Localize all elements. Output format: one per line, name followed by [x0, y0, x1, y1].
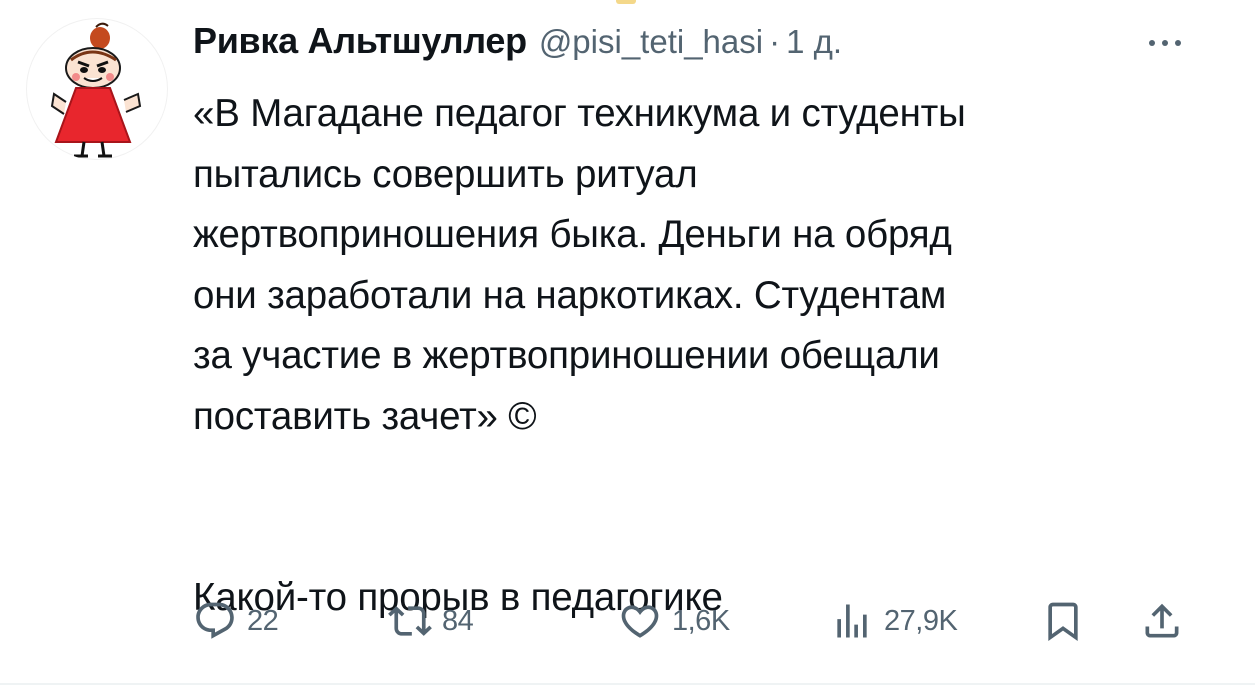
tweet-text: «В Магадане педагог техникума и студенты…: [193, 92, 966, 619]
more-options-button[interactable]: [1140, 28, 1190, 58]
like-count: 1,6K: [672, 604, 730, 637]
share-button[interactable]: [1140, 593, 1184, 649]
avatar[interactable]: [26, 18, 168, 160]
heart-icon: [621, 605, 659, 638]
header-separator: ·: [769, 23, 781, 60]
tweet-card[interactable]: Ривка Альтшуллер @pisi_teti_hasi · 1 д. …: [0, 0, 1255, 693]
retweet-icon: [388, 606, 432, 636]
tweet-timestamp[interactable]: 1 д.: [786, 23, 842, 61]
tweet-header: Ривка Альтшуллер @pisi_teti_hasi · 1 д.: [193, 20, 842, 70]
more-dots-icon: [1149, 40, 1181, 46]
share-icon: [1145, 603, 1179, 638]
views-chart-icon: [837, 604, 867, 638]
bookmark-button[interactable]: [1041, 593, 1085, 649]
reply-count: 22: [247, 604, 279, 637]
retweet-button[interactable]: 84: [388, 593, 474, 649]
views-button[interactable]: 27,9K: [830, 593, 958, 649]
bookmark-icon: [1048, 602, 1078, 642]
author-display-name[interactable]: Ривка Альтшуллер: [193, 20, 527, 62]
tweet-actions: 22 84 1,6K 27,9K: [193, 593, 1193, 649]
bottom-divider: [0, 683, 1255, 685]
retweet-count: 84: [442, 604, 474, 637]
top-edge-marker: [616, 0, 636, 4]
author-handle[interactable]: @pisi_teti_hasi: [539, 23, 763, 61]
views-count: 27,9K: [884, 604, 958, 637]
reply-button[interactable]: 22: [193, 593, 279, 649]
reply-icon: [196, 602, 234, 639]
like-button[interactable]: 1,6K: [618, 593, 730, 649]
little-my-avatar-image: [50, 22, 142, 158]
